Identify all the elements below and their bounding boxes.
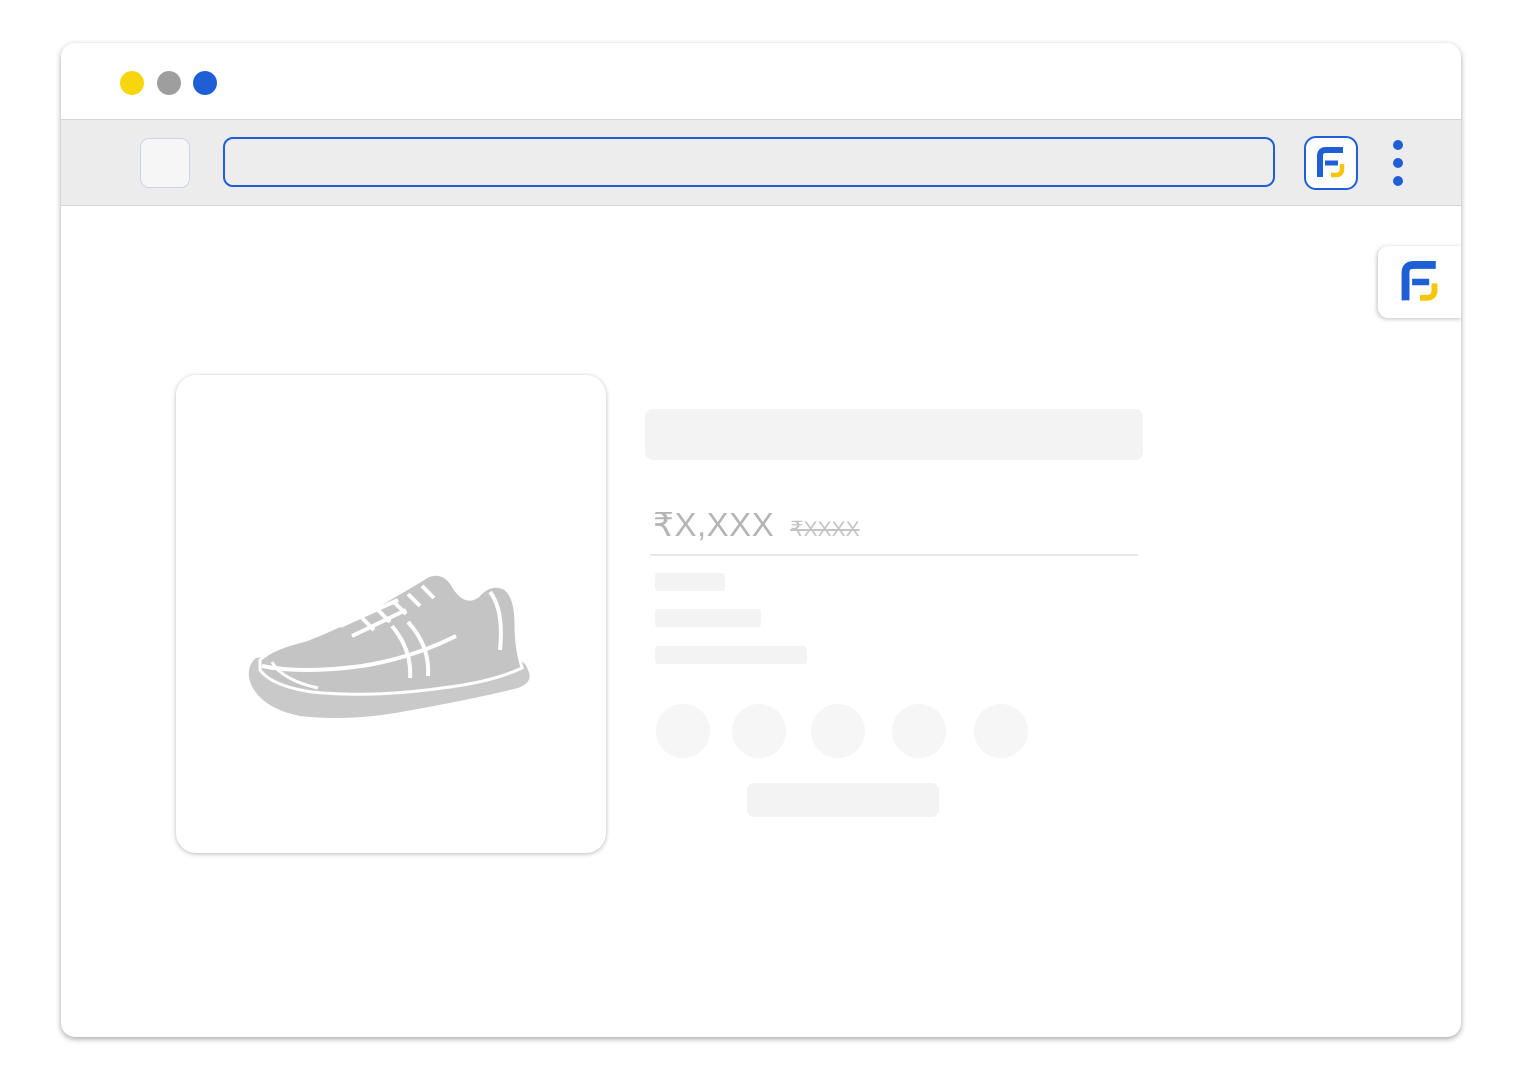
product-mrp: ₹XXXX (790, 518, 860, 541)
browser-window: ₹X,XXX ₹XXXX (61, 43, 1461, 1037)
variant-option-placeholder[interactable] (811, 704, 865, 758)
browser-toolbar (61, 119, 1461, 206)
window-control-blue[interactable] (193, 71, 217, 95)
variant-option-placeholder[interactable] (974, 704, 1028, 758)
sneaker-icon (248, 572, 530, 718)
window-control-gray[interactable] (157, 71, 181, 95)
title-bar (61, 43, 1461, 119)
address-bar-input[interactable] (223, 137, 1275, 187)
fj-logo-icon (1317, 147, 1345, 178)
variant-option-placeholder[interactable] (892, 704, 946, 758)
price-row: ₹X,XXX ₹XXXX (653, 505, 860, 545)
buy-button-placeholder[interactable] (747, 783, 939, 817)
extension-side-tab[interactable] (1378, 246, 1461, 318)
product-image-card (176, 375, 606, 853)
nav-button[interactable] (140, 138, 190, 188)
variant-option-placeholder[interactable] (656, 704, 710, 758)
kebab-menu-icon[interactable] (1386, 138, 1410, 188)
product-title-placeholder (645, 409, 1143, 460)
product-price: ₹X,XXX (653, 506, 775, 543)
price-divider (650, 554, 1138, 556)
window-control-yellow[interactable] (120, 71, 144, 95)
detail-line-placeholder (655, 609, 761, 627)
fj-logo-icon (1401, 260, 1438, 301)
detail-line-placeholder (655, 573, 725, 591)
detail-line-placeholder (655, 646, 807, 664)
extension-button[interactable] (1304, 136, 1358, 190)
variant-option-placeholder[interactable] (732, 704, 786, 758)
